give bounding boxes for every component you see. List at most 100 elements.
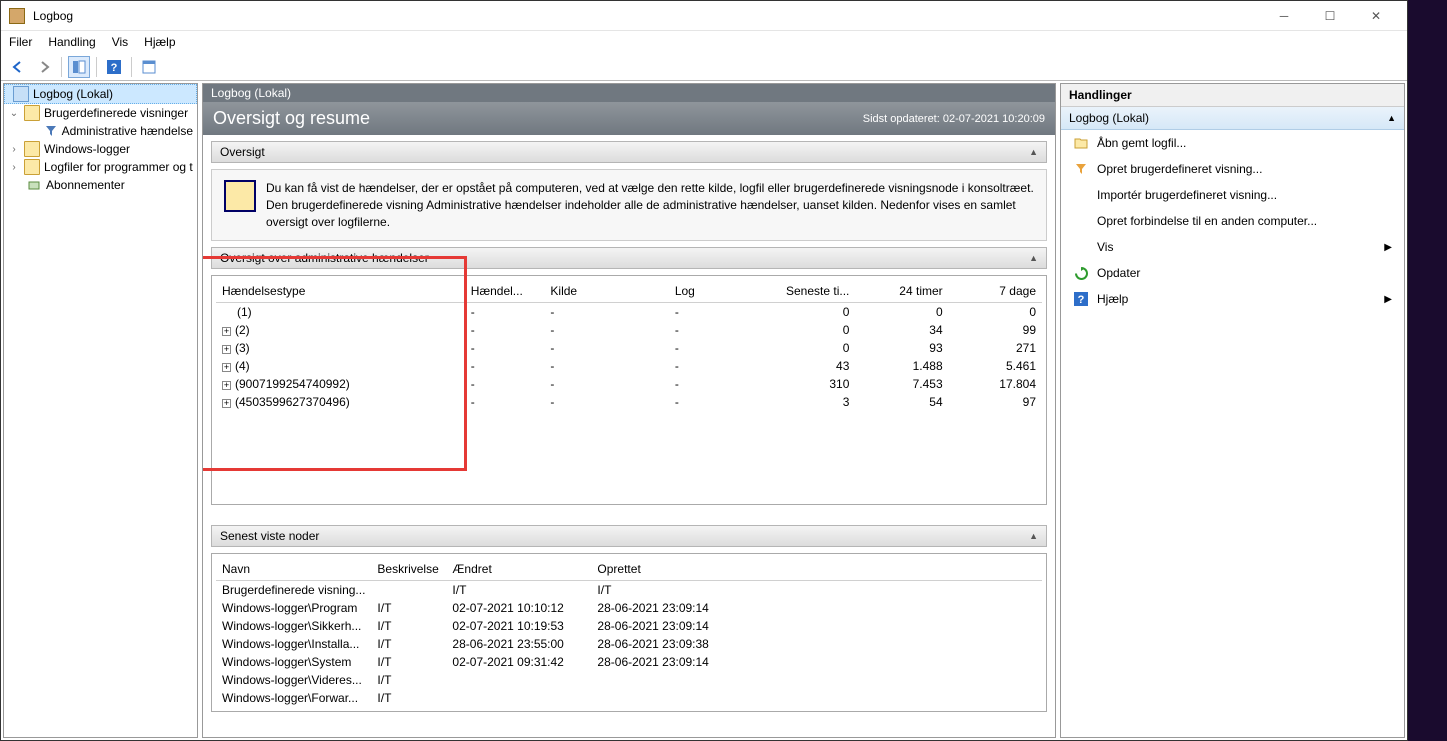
action-import-custom-view[interactable]: Importér brugerdefineret visning... — [1061, 182, 1404, 208]
expand-icon[interactable]: + — [222, 399, 231, 408]
col-desc[interactable]: Beskrivelse — [371, 558, 446, 581]
table-header-row: Navn Beskrivelse Ændret Oprettet — [216, 558, 1042, 581]
expand-icon[interactable]: + — [222, 381, 231, 390]
table-row[interactable]: Brugerdefinerede visning...I/TI/T — [216, 581, 1042, 600]
action-help[interactable]: ? Hjælp ▶ — [1061, 286, 1404, 312]
menu-file[interactable]: Filer — [9, 35, 32, 49]
cell-24h: 0 — [855, 303, 948, 322]
col-created[interactable]: Oprettet — [591, 558, 1042, 581]
cell-id: - — [465, 357, 545, 375]
col-modified[interactable]: Ændret — [446, 558, 591, 581]
cell-created: 28-06-2021 23:09:38 — [591, 635, 1042, 653]
cell-type: +(3) — [216, 339, 465, 357]
col-24h[interactable]: 24 timer — [855, 280, 948, 303]
action-view[interactable]: Vis ▶ — [1061, 234, 1404, 260]
tree-subscriptions-label: Abonnementer — [46, 178, 125, 192]
filter-icon — [44, 123, 58, 139]
table-header-row: Hændelsestype Hændel... Kilde Log Senest… — [216, 280, 1042, 303]
tree-windows-logs[interactable]: › Windows-logger — [4, 140, 197, 158]
cell-modified: 02-07-2021 09:31:42 — [446, 653, 591, 671]
actions-pane: Handlinger Logbog (Lokal) ▲ Åbn gemt log… — [1060, 83, 1405, 738]
table-row[interactable]: +(3)---093271 — [216, 339, 1042, 357]
toolbar-separator — [131, 57, 132, 77]
table-row[interactable]: Windows-logger\Videres...I/T — [216, 671, 1042, 689]
show-tree-button[interactable] — [68, 56, 90, 78]
action-create-custom-label: Opret brugerdefineret visning... — [1097, 162, 1262, 176]
admin-events-box: Hændelsestype Hændel... Kilde Log Senest… — [211, 275, 1047, 505]
table-row[interactable]: +(2)---03499 — [216, 321, 1042, 339]
cell-log: - — [669, 339, 762, 357]
refresh-icon — [1073, 265, 1089, 281]
cell-source: - — [544, 375, 668, 393]
maximize-button[interactable]: ☐ — [1307, 1, 1353, 31]
tree-admin-events[interactable]: Administrative hændelse — [4, 122, 197, 140]
content-area: Logbog (Lokal) ⌄ Brugerdefinerede visnin… — [1, 81, 1407, 740]
action-open-saved-log[interactable]: Åbn gemt logfil... — [1061, 130, 1404, 156]
action-connect-computer[interactable]: Opret forbindelse til en anden computer.… — [1061, 208, 1404, 234]
cell-created: 28-06-2021 23:09:14 — [591, 653, 1042, 671]
section-admin-header[interactable]: Oversigt over administrative hændelser ▲ — [211, 247, 1047, 269]
table-row[interactable]: +(9007199254740992)---3107.45317.804 — [216, 375, 1042, 393]
menu-view[interactable]: Vis — [112, 35, 128, 49]
menu-action[interactable]: Handling — [48, 35, 95, 49]
action-connect-label: Opret forbindelse til en anden computer.… — [1097, 214, 1317, 228]
close-button[interactable]: ✕ — [1353, 1, 1399, 31]
recent-nodes-table: Navn Beskrivelse Ændret Oprettet Brugerd… — [216, 558, 1042, 707]
actions-sub-label: Logbog (Lokal) — [1069, 111, 1149, 125]
action-help-label: Hjælp — [1097, 292, 1128, 306]
expand-icon[interactable]: › — [8, 144, 20, 155]
col-latest[interactable]: Seneste ti... — [762, 280, 855, 303]
table-row[interactable]: Windows-logger\Sikkerh...I/T02-07-2021 1… — [216, 617, 1042, 635]
overview-info-box: Du kan få vist de hændelser, der er opst… — [211, 169, 1047, 241]
cell-7d: 0 — [949, 303, 1042, 322]
expand-icon[interactable]: + — [222, 345, 231, 354]
table-row[interactable]: +(4503599627370496)---35497 — [216, 393, 1042, 411]
info-icon — [224, 180, 256, 212]
table-row[interactable]: Windows-logger\Installa...I/T28-06-2021 … — [216, 635, 1042, 653]
menu-help[interactable]: Hjælp — [144, 35, 175, 49]
forward-button[interactable] — [33, 56, 55, 78]
col-type[interactable]: Hændelsestype — [216, 280, 465, 303]
tree-custom-views[interactable]: ⌄ Brugerdefinerede visninger — [4, 104, 197, 122]
cell-24h: 34 — [855, 321, 948, 339]
col-id[interactable]: Hændel... — [465, 280, 545, 303]
expand-icon[interactable]: + — [222, 327, 231, 336]
tree-root[interactable]: Logbog (Lokal) — [4, 84, 197, 104]
action-create-custom-view[interactable]: Opret brugerdefineret visning... — [1061, 156, 1404, 182]
help-button[interactable]: ? — [103, 56, 125, 78]
back-button[interactable] — [7, 56, 29, 78]
cell-desc: I/T — [371, 689, 446, 707]
panel-button[interactable] — [138, 56, 160, 78]
tree-app-logs[interactable]: › Logfiler for programmer og t — [4, 158, 197, 176]
section-nodes-header[interactable]: Senest viste noder ▲ — [211, 525, 1047, 547]
col-7d[interactable]: 7 dage — [949, 280, 1042, 303]
cell-source: - — [544, 339, 668, 357]
collapse-icon[interactable]: ⌄ — [8, 108, 20, 119]
table-row[interactable]: Windows-logger\ProgramI/T02-07-2021 10:1… — [216, 599, 1042, 617]
col-name[interactable]: Navn — [216, 558, 371, 581]
expand-icon[interactable]: + — [222, 363, 231, 372]
expand-icon[interactable]: › — [8, 162, 20, 173]
cell-name: Windows-logger\Sikkerh... — [216, 617, 371, 635]
tree-subscriptions[interactable]: Abonnementer — [4, 176, 197, 194]
col-source[interactable]: Kilde — [544, 280, 668, 303]
table-row[interactable]: (1)---000 — [216, 303, 1042, 322]
cell-type: (1) — [216, 303, 465, 322]
section-overview-header[interactable]: Oversigt ▲ — [211, 141, 1047, 163]
toolbar: ? — [1, 53, 1407, 81]
cell-7d: 99 — [949, 321, 1042, 339]
toolbar-separator — [96, 57, 97, 77]
table-row[interactable]: Windows-logger\SystemI/T02-07-2021 09:31… — [216, 653, 1042, 671]
tree-windows-logs-label: Windows-logger — [44, 142, 130, 156]
action-refresh[interactable]: Opdater — [1061, 260, 1404, 286]
cell-7d: 17.804 — [949, 375, 1042, 393]
col-log[interactable]: Log — [669, 280, 762, 303]
minimize-button[interactable]: ─ — [1261, 1, 1307, 31]
cell-modified — [446, 671, 591, 689]
table-row[interactable]: +(4)---431.4885.461 — [216, 357, 1042, 375]
actions-subheader[interactable]: Logbog (Lokal) ▲ — [1061, 107, 1404, 130]
cell-name: Windows-logger\Videres... — [216, 671, 371, 689]
cell-latest: 0 — [762, 339, 855, 357]
section-admin-title: Oversigt over administrative hændelser — [220, 251, 429, 265]
table-row[interactable]: Windows-logger\Forwar...I/T — [216, 689, 1042, 707]
